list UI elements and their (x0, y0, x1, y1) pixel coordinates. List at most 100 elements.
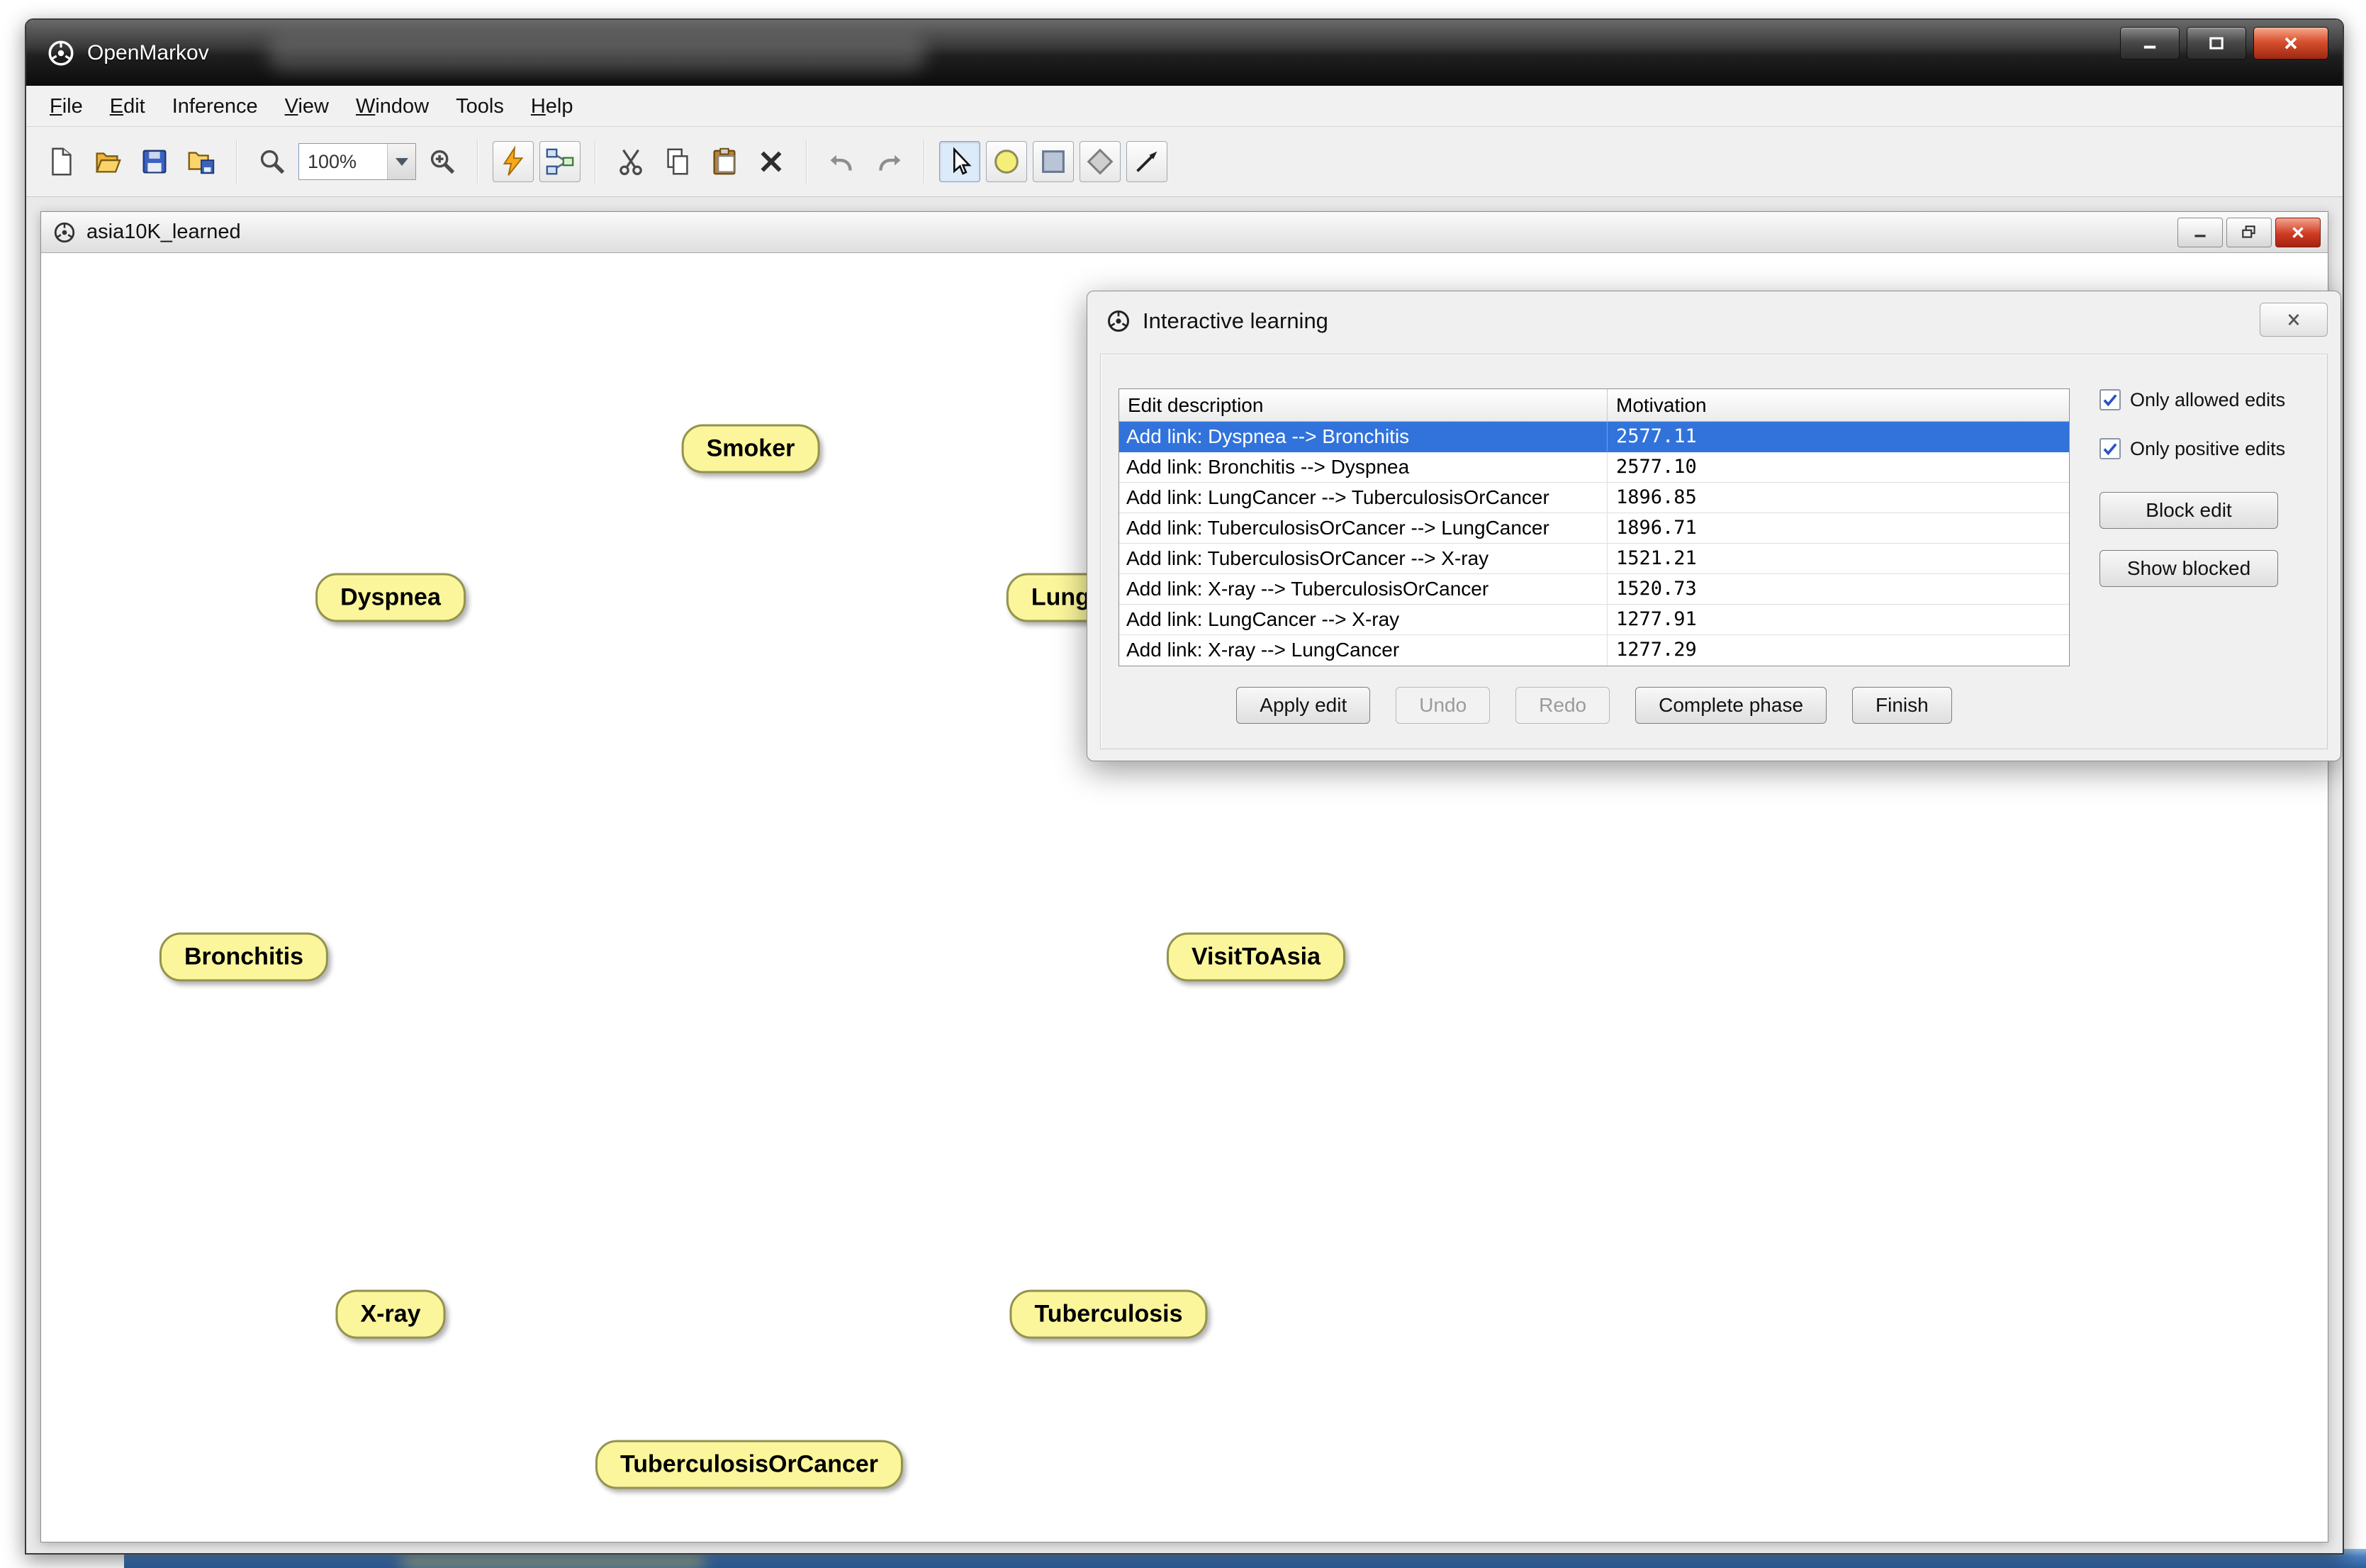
new-file-button[interactable] (40, 141, 82, 182)
undo-button[interactable]: Undo (1396, 687, 1490, 724)
undo-icon (826, 145, 858, 178)
document-titlebar[interactable]: asia10K_learned (41, 212, 2328, 253)
menu-item-help[interactable]: Help (517, 86, 587, 127)
zoom-level-combobox[interactable]: 100% (298, 143, 416, 180)
menu-item-inference[interactable]: Inference (159, 86, 271, 127)
utility-node-tool-button[interactable] (1080, 141, 1121, 182)
dialog-close-button[interactable] (2260, 303, 2328, 337)
node-Tuberculosis[interactable]: Tuberculosis (1009, 1290, 1207, 1339)
finish-button[interactable]: Finish (1852, 687, 1952, 724)
node-VisitToAsia[interactable]: VisitToAsia (1167, 933, 1345, 982)
edit-description-cell: Add link: Bronchitis --> Dyspnea (1119, 452, 1608, 482)
zoom-icon (256, 145, 288, 178)
edit-row[interactable]: Add link: Bronchitis --> Dyspnea2577.10 (1119, 452, 2069, 483)
dialog-right-panel: Only allowed edits Only positive edits Bl… (2099, 386, 2333, 587)
motivation-cell: 1277.91 (1608, 605, 2069, 634)
redo-button[interactable] (868, 141, 909, 182)
node-Smoker[interactable]: Smoker (682, 425, 820, 474)
menu-item-view[interactable]: View (271, 86, 342, 127)
new-file-icon (45, 145, 77, 178)
titlebar-blur (267, 34, 926, 71)
checkbox-only-positive-edits[interactable]: Only positive edits (2099, 435, 2333, 462)
edit-row[interactable]: Add link: Dyspnea --> Bronchitis2577.11 (1119, 422, 2069, 452)
undo-button[interactable] (822, 141, 863, 182)
toolbar-separator (595, 140, 596, 184)
open-file-button[interactable] (87, 141, 128, 182)
table-header: Edit description Motivation (1119, 389, 2069, 422)
edit-row[interactable]: Add link: TuberculosisOrCancer --> LungC… (1119, 513, 2069, 544)
learning-button[interactable] (493, 141, 534, 182)
toolbar-separator (236, 140, 237, 184)
decision-node-tool-button[interactable] (1033, 141, 1074, 182)
decision-tree-button[interactable] (539, 141, 581, 182)
menu-item-window[interactable]: Window (342, 86, 442, 127)
document-close-button[interactable] (2275, 218, 2321, 247)
menubar: FileEditInferenceViewWindowToolsHelp (26, 86, 2343, 127)
document-restore-button[interactable] (2226, 218, 2272, 247)
motivation-cell: 1896.71 (1608, 513, 2069, 543)
save-as-button[interactable] (181, 141, 222, 182)
delete-button[interactable] (751, 141, 792, 182)
node-Bronchitis[interactable]: Bronchitis (159, 933, 328, 982)
maximize-button[interactable] (2187, 27, 2246, 60)
redo-button[interactable]: Redo (1515, 687, 1610, 724)
menu-item-tools[interactable]: Tools (442, 86, 517, 127)
paste-button[interactable] (704, 141, 745, 182)
titlebar[interactable]: OpenMarkov (26, 20, 2343, 86)
column-header-edit-description[interactable]: Edit description (1119, 389, 1608, 421)
edit-row[interactable]: Add link: LungCancer --> X-ray1277.91 (1119, 605, 2069, 635)
node-Dyspnea[interactable]: Dyspnea (315, 573, 466, 622)
link-tool-button[interactable] (1126, 141, 1167, 182)
document-minimize-button[interactable] (2177, 218, 2223, 247)
close-icon (2280, 33, 2301, 53)
checkbox-only-allowed-edits[interactable]: Only allowed edits (2099, 386, 2333, 413)
restore-icon (2240, 223, 2258, 242)
motivation-cell: 1277.29 (1608, 635, 2069, 666)
node-TuberculosisOrCancer[interactable]: TuberculosisOrCancer (595, 1440, 903, 1489)
save-button[interactable] (134, 141, 175, 182)
toolbar-separator (806, 140, 807, 184)
copy-button[interactable] (657, 141, 698, 182)
combo-dropdown-arrow-icon[interactable] (387, 144, 415, 179)
taskbar-glow (400, 1552, 705, 1568)
close-icon (2283, 310, 2304, 329)
apply-edit-button[interactable]: Apply edit (1236, 687, 1370, 724)
link-arrow-icon (1131, 145, 1163, 178)
toolbar: 100% (26, 127, 2343, 197)
column-header-motivation[interactable]: Motivation (1608, 389, 2069, 421)
close-button[interactable] (2253, 27, 2328, 60)
openmarkov-logo-icon (52, 220, 77, 245)
cut-button[interactable] (610, 141, 651, 182)
document-title: asia10K_learned (86, 220, 241, 244)
minimize-button[interactable] (2120, 27, 2180, 60)
zoom-button[interactable] (252, 141, 293, 182)
save-as-icon (185, 145, 218, 178)
checkbox-icon[interactable] (2099, 438, 2121, 459)
block-edit-button[interactable]: Block edit (2099, 492, 2278, 529)
dialog-titlebar[interactable]: Interactive learning (1087, 291, 2340, 351)
menu-item-edit[interactable]: Edit (96, 86, 159, 127)
edit-row[interactable]: Add link: TuberculosisOrCancer --> X-ray… (1119, 544, 2069, 574)
checkbox-icon[interactable] (2099, 389, 2121, 410)
complete-phase-button[interactable]: Complete phase (1635, 687, 1827, 724)
menu-item-file[interactable]: File (36, 86, 96, 127)
chance-node-tool-button[interactable] (986, 141, 1027, 182)
node-X-ray[interactable]: X-ray (335, 1290, 445, 1339)
paste-icon (708, 145, 741, 178)
interactive-learning-dialog: Interactive learning Edit description Mo… (1087, 291, 2341, 761)
zoom-in-button[interactable] (422, 141, 463, 182)
edit-row[interactable]: Add link: LungCancer --> TuberculosisOrC… (1119, 483, 2069, 513)
motivation-cell: 2577.11 (1608, 422, 2069, 452)
edit-description-cell: Add link: X-ray --> LungCancer (1119, 635, 1608, 666)
window-controls (2120, 27, 2328, 60)
show-blocked-button[interactable]: Show blocked (2099, 550, 2278, 587)
edit-row[interactable]: Add link: X-ray --> LungCancer1277.29 (1119, 635, 2069, 666)
redo-icon (873, 145, 905, 178)
openmarkov-window: OpenMarkov FileEditInferenceViewWindowTo… (25, 18, 2344, 1555)
edit-row[interactable]: Add link: X-ray --> TuberculosisOrCancer… (1119, 574, 2069, 605)
window-title: OpenMarkov (87, 41, 209, 65)
selection-tool-button[interactable] (939, 141, 980, 182)
edit-description-cell: Add link: TuberculosisOrCancer --> LungC… (1119, 513, 1608, 543)
checkbox-label: Only positive edits (2130, 438, 2285, 460)
edit-description-cell: Add link: LungCancer --> TuberculosisOrC… (1119, 483, 1608, 513)
